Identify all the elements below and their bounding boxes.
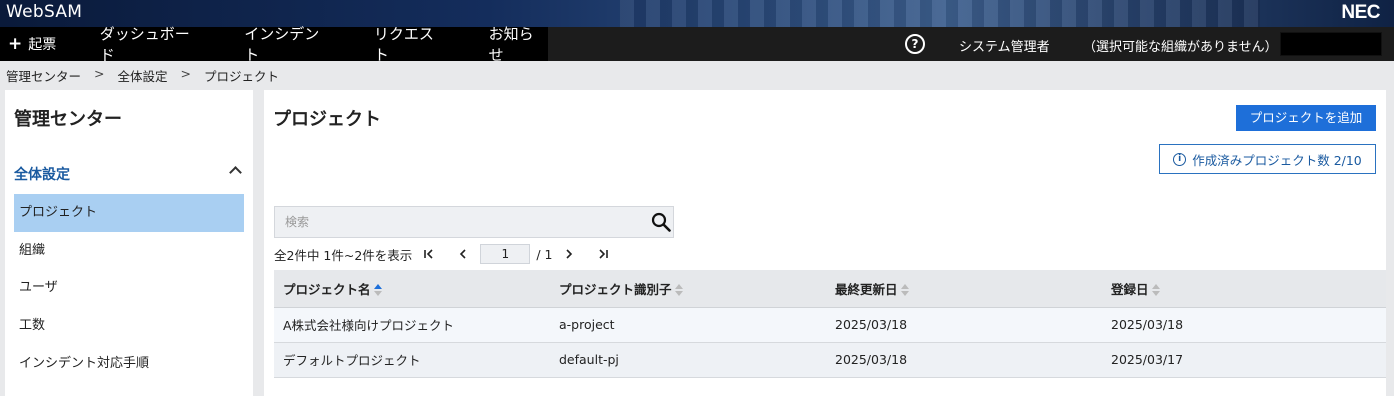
- main-navbar: + 起票 ダッシュボード インシデント リクエスト お知らせ ? システム管理者…: [0, 25, 1394, 64]
- info-icon: i: [1173, 152, 1187, 166]
- page-number-input[interactable]: [480, 244, 531, 264]
- breadcrumb-item-admin-center[interactable]: 管理センター: [6, 66, 81, 85]
- pagination: 全2件中 1件~2件を表示 / 1: [274, 243, 610, 265]
- result-summary: 全2件中 1件~2件を表示: [274, 247, 413, 263]
- search-box: [274, 206, 674, 238]
- search-icon[interactable]: [651, 212, 671, 232]
- org-selector-text: （選択可能な組織がありません）: [1083, 40, 1278, 55]
- project-table: プロジェクト名 プロジェクト識別子 最終更新日 登録日 A株式会社様向けプロジェ…: [274, 270, 1386, 378]
- column-header-last-updated[interactable]: 最終更新日: [826, 270, 1102, 308]
- column-header-label: 登録日: [1111, 281, 1149, 297]
- nav-item-dashboard[interactable]: ダッシュボード: [100, 25, 205, 64]
- sort-icon[interactable]: [674, 284, 683, 297]
- sidebar-item-workload[interactable]: 工数: [14, 307, 244, 345]
- breadcrumb-item-global-settings[interactable]: 全体設定: [118, 66, 168, 85]
- sidebar-item-organization[interactable]: 組織: [14, 232, 244, 270]
- sort-asc-icon[interactable]: [373, 284, 382, 297]
- cell-last-updated: 2025/03/18: [826, 342, 1102, 378]
- cell-project-id: a-project: [550, 307, 826, 343]
- breadcrumb: 管理センター > 全体設定 > プロジェクト: [6, 66, 279, 85]
- breadcrumb-separator: >: [94, 66, 105, 81]
- sidebar-item-project[interactable]: プロジェクト: [14, 194, 244, 232]
- sort-icon[interactable]: [1151, 284, 1160, 297]
- nav-item-incident[interactable]: インシデント: [244, 25, 334, 64]
- org-select[interactable]: [1280, 32, 1382, 56]
- brand-logo: NEC: [1341, 2, 1380, 23]
- top-banner: WebSAM NEC: [0, 0, 1394, 27]
- sidebar: 管理センター 全体設定 プロジェクト 組織 ユーザ 工数 インシデント対応手順: [5, 90, 253, 396]
- next-page-icon[interactable]: [562, 244, 576, 264]
- prev-page-icon[interactable]: [456, 244, 470, 264]
- last-page-icon[interactable]: [596, 244, 610, 264]
- column-header-label: プロジェクト識別子: [559, 281, 672, 297]
- column-header-project-id[interactable]: プロジェクト識別子: [550, 270, 826, 308]
- page-title: プロジェクト: [273, 109, 381, 130]
- column-header-registered[interactable]: 登録日: [1102, 270, 1386, 308]
- cell-registered: 2025/03/18: [1102, 307, 1386, 343]
- chevron-up-icon[interactable]: [229, 166, 242, 179]
- column-header-label: 最終更新日: [835, 281, 898, 297]
- table-row[interactable]: デフォルトプロジェクト default-pj 2025/03/18 2025/0…: [274, 342, 1386, 378]
- sidebar-title: 管理センター: [14, 109, 122, 130]
- cell-last-updated: 2025/03/18: [826, 307, 1102, 343]
- column-header-label: プロジェクト名: [283, 281, 371, 297]
- first-page-icon[interactable]: [422, 244, 436, 264]
- help-icon[interactable]: ?: [905, 34, 925, 54]
- table-header-row: プロジェクト名 プロジェクト識別子 最終更新日 登録日: [274, 270, 1386, 308]
- sort-icon[interactable]: [900, 284, 909, 297]
- breadcrumb-separator: >: [180, 66, 191, 81]
- cell-project-name[interactable]: デフォルトプロジェクト: [274, 342, 550, 378]
- search-input[interactable]: [275, 207, 635, 237]
- nav-menu: + 起票 ダッシュボード インシデント リクエスト お知らせ: [0, 25, 548, 64]
- create-ticket-button[interactable]: + 起票: [0, 27, 80, 61]
- page-total: / 1: [536, 246, 553, 262]
- create-ticket-label: 起票: [28, 37, 57, 53]
- plus-icon: +: [8, 33, 23, 54]
- nav-item-request[interactable]: リクエスト: [374, 25, 449, 64]
- add-project-button[interactable]: プロジェクトを追加: [1236, 105, 1376, 131]
- cell-project-name[interactable]: A株式会社様向けプロジェクト: [274, 307, 550, 343]
- app-title: WebSAM: [6, 2, 83, 22]
- cell-project-id: default-pj: [550, 342, 826, 378]
- cell-registered: 2025/03/17: [1102, 342, 1386, 378]
- column-header-project-name[interactable]: プロジェクト名: [274, 270, 550, 308]
- sidebar-item-incident-procedure[interactable]: インシデント対応手順: [14, 345, 244, 383]
- nav-item-notice[interactable]: お知らせ: [489, 25, 548, 64]
- project-count-label: 作成済みプロジェクト数 2/10: [1192, 152, 1362, 168]
- user-name[interactable]: システム管理者: [959, 36, 1050, 55]
- sidebar-section-global-settings[interactable]: 全体設定: [14, 164, 70, 184]
- breadcrumb-item-project: プロジェクト: [204, 69, 280, 84]
- table-row[interactable]: A株式会社様向けプロジェクト a-project 2025/03/18 2025…: [274, 307, 1386, 343]
- main-panel: プロジェクト プロジェクトを追加 i 作成済みプロジェクト数 2/10 全2件中…: [264, 90, 1386, 396]
- project-count-button[interactable]: i 作成済みプロジェクト数 2/10: [1159, 144, 1376, 174]
- sidebar-item-user[interactable]: ユーザ: [14, 269, 244, 307]
